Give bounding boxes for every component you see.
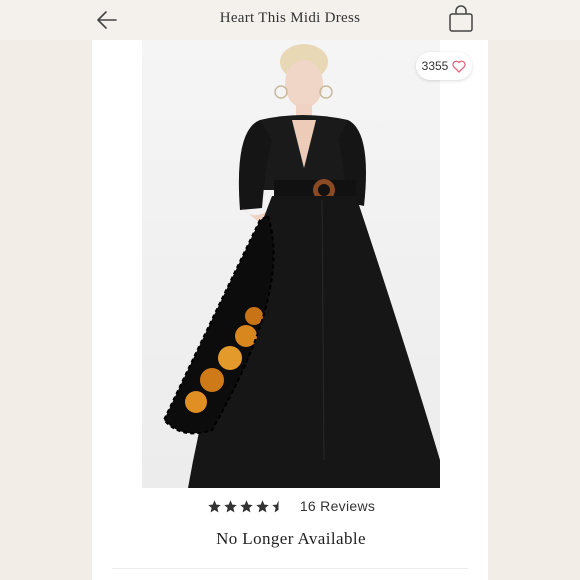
- like-count: 3355: [421, 59, 449, 73]
- star-rating: [207, 499, 286, 514]
- dress-model-illustration: [162, 44, 440, 488]
- product-photo[interactable]: [142, 40, 440, 488]
- star-half-icon: [272, 499, 279, 512]
- page-title: Heart This Midi Dress: [219, 10, 361, 26]
- shopping-bag-button[interactable]: [446, 4, 476, 34]
- shopping-bag-icon: [449, 5, 473, 32]
- heart-outline-icon: [452, 60, 466, 73]
- rating-row: 16 Reviews: [142, 498, 440, 514]
- top-bar: Heart This Midi Dress: [0, 0, 580, 40]
- like-button[interactable]: 3355: [416, 52, 472, 80]
- star-full-icon: [208, 499, 221, 512]
- reviews-link[interactable]: 16 Reviews: [300, 498, 375, 514]
- availability-status: No Longer Available: [216, 529, 366, 548]
- star-full-icon: [224, 499, 237, 512]
- divider: [112, 568, 468, 569]
- star-full-icon: [240, 499, 253, 512]
- star-full-icon: [256, 499, 269, 512]
